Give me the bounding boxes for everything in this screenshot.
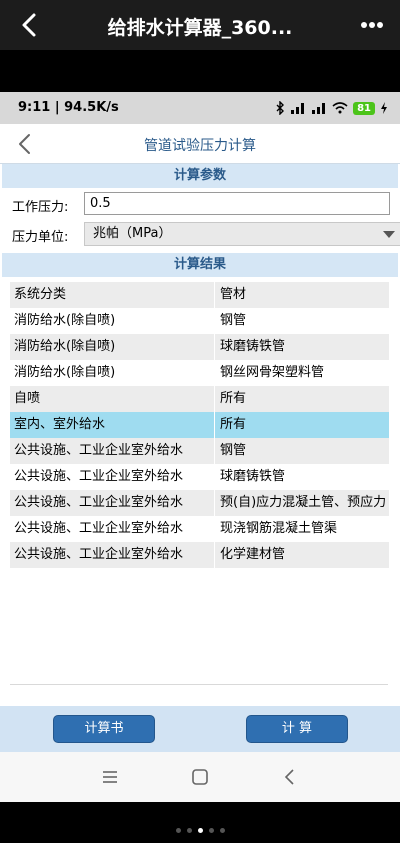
column-header-category: 系统分类: [14, 287, 67, 302]
results-table: 系统分类 管材 消防给水(除自喷) 钢管 消防给水(除自喷) 球磨铸铁管 消防给…: [10, 282, 389, 568]
report-button[interactable]: 计算书: [53, 715, 155, 743]
results-section-header: 计算结果: [2, 253, 398, 277]
page-dot-active: [197, 828, 203, 833]
table-row[interactable]: 自喷 所有: [10, 386, 389, 412]
row-category: 公共设施、工业企业室外给水: [14, 469, 184, 484]
row-material: 钢管: [214, 438, 389, 464]
row-material: 所有: [214, 412, 389, 438]
system-nav-bar: [0, 752, 400, 802]
table-row[interactable]: 公共设施、工业企业室外给水 钢管: [10, 438, 389, 464]
page-title: 管道试验压力计算: [144, 138, 256, 154]
row-category: 室内、室外给水: [14, 417, 106, 432]
page-dot: [175, 828, 181, 833]
action-bar: 计算书 计 算: [0, 706, 400, 752]
more-options-icon[interactable]: [356, 10, 388, 40]
row-category: 消防给水(除自喷): [14, 339, 116, 354]
row-category: 公共设施、工业企业室外给水: [14, 443, 184, 458]
row-material: 所有: [214, 386, 389, 412]
params-section-header: 计算参数: [2, 164, 398, 188]
status-bar: 9:11 | 94.5K/s 81: [0, 92, 400, 124]
page-dot: [208, 828, 214, 833]
nav-header: 管道试验压力计算: [0, 124, 400, 164]
table-header-row: 系统分类 管材: [10, 282, 389, 308]
charging-icon: [381, 102, 387, 114]
outer-app-bar: 给排水计算器_360...: [0, 0, 400, 50]
unit-select-value: 兆帕（MPa）: [93, 226, 172, 241]
row-material: 预(自)应力混凝土管、预应力: [214, 490, 389, 516]
wifi-icon: [332, 102, 348, 114]
unit-label: 压力单位:: [12, 230, 69, 245]
home-icon[interactable]: [190, 767, 210, 787]
back-nav-icon[interactable]: [280, 767, 300, 787]
row-material: 钢丝网骨架塑料管: [214, 360, 389, 386]
table-row[interactable]: 公共设施、工业企业室外给水 球磨铸铁管: [10, 464, 389, 490]
dropdown-arrow-icon: [383, 231, 395, 238]
row-material: 钢管: [214, 308, 389, 334]
table-row[interactable]: 消防给水(除自喷) 钢管: [10, 308, 389, 334]
status-time-speed: 9:11 | 94.5K/s: [18, 100, 119, 115]
signal-icon-2: [312, 103, 326, 114]
page-indicator: [0, 828, 400, 836]
row-category: 公共设施、工业企业室外给水: [14, 521, 184, 536]
row-category: 公共设施、工业企业室外给水: [14, 547, 184, 562]
status-icons: 81: [275, 99, 388, 117]
bluetooth-icon: [276, 101, 285, 115]
phone-screen: 9:11 | 94.5K/s 81 管道试验压力计算 计算参数 工作压力: 0.…: [0, 92, 400, 802]
row-material: 现浇钢筋混凝土管渠: [214, 516, 389, 542]
table-row[interactable]: 消防给水(除自喷) 球磨铸铁管: [10, 334, 389, 360]
row-category: 自喷: [14, 391, 41, 406]
unit-row: 压力单位: 兆帕（MPa）: [12, 222, 400, 246]
row-material: 化学建材管: [214, 542, 389, 568]
column-header-material: 管材: [214, 282, 389, 308]
table-row[interactable]: 公共设施、工业企业室外给水 预(自)应力混凝土管、预应力: [10, 490, 389, 516]
unit-select[interactable]: 兆帕（MPa）: [84, 222, 400, 246]
outer-title: 给排水计算器_360...: [107, 17, 293, 39]
calculate-button[interactable]: 计 算: [246, 715, 348, 743]
pressure-row: 工作压力: 0.5: [12, 192, 392, 216]
page-dot: [186, 828, 192, 833]
table-row[interactable]: 消防给水(除自喷) 钢丝网骨架塑料管: [10, 360, 389, 386]
row-category: 消防给水(除自喷): [14, 365, 116, 380]
row-material: 球磨铸铁管: [214, 464, 389, 490]
battery-icon: 81: [353, 101, 375, 115]
back-arrow-icon[interactable]: [14, 9, 46, 41]
pressure-label: 工作压力:: [12, 200, 69, 215]
divider: [10, 684, 388, 685]
table-row[interactable]: 公共设施、工业企业室外给水 现浇钢筋混凝土管渠: [10, 516, 389, 542]
row-material: 球磨铸铁管: [214, 334, 389, 360]
row-category: 公共设施、工业企业室外给水: [14, 495, 184, 510]
table-row-selected[interactable]: 室内、室外给水 所有: [10, 412, 389, 438]
page-dot: [219, 828, 225, 833]
table-row[interactable]: 公共设施、工业企业室外给水 化学建材管: [10, 542, 389, 568]
row-category: 消防给水(除自喷): [14, 313, 116, 328]
signal-icon: [291, 103, 305, 114]
pressure-input[interactable]: 0.5: [84, 192, 390, 215]
menu-icon[interactable]: [100, 767, 120, 787]
